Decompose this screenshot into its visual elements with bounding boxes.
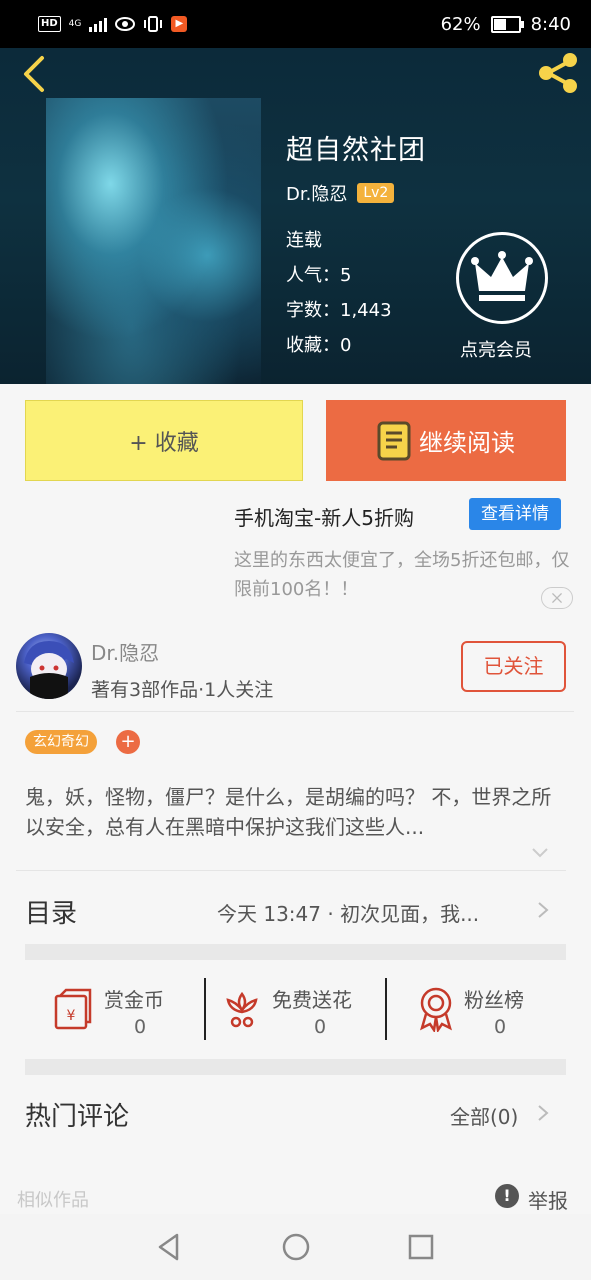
- latest-chapter[interactable]: 今天 13:47 · 初次见面，我...: [217, 898, 479, 927]
- system-nav-bar: [0, 1214, 591, 1280]
- book-cover[interactable]: [46, 98, 261, 384]
- author-stats: 著有3部作品·1人关注: [91, 679, 274, 701]
- continue-reading-button[interactable]: 继续阅读: [326, 400, 566, 481]
- home-nav-icon[interactable]: [281, 1232, 311, 1262]
- status-bar: HD 4G ▶ 62% 8:40: [0, 0, 591, 48]
- stat-label: 赏金币: [104, 988, 164, 1012]
- back-nav-icon[interactable]: [155, 1232, 183, 1262]
- genre-tag[interactable]: 玄幻奇幻: [25, 730, 97, 754]
- send-flower-button[interactable]: 免费送花 0: [222, 984, 372, 1044]
- crown-icon: [471, 251, 533, 301]
- collect-label: + 收藏: [129, 430, 199, 456]
- ad-close-icon[interactable]: [541, 587, 573, 609]
- all-comments-link[interactable]: 全部(0): [450, 1101, 518, 1130]
- vip-button[interactable]: [456, 232, 548, 324]
- toc-label[interactable]: 目录: [25, 893, 77, 930]
- network-type: 4G: [68, 19, 82, 29]
- vibrate-icon: [144, 16, 163, 32]
- book-header: 超自然社团 Dr.隐忍 Lv2 连载 人气：5 字数：1,443 收藏：0 点亮…: [0, 48, 591, 384]
- clock: 8:40: [530, 13, 571, 35]
- eye-icon: [115, 17, 136, 31]
- status-right: 62% 8:40: [441, 12, 571, 36]
- avatar[interactable]: [16, 633, 82, 699]
- report-icon[interactable]: !: [495, 1184, 519, 1208]
- book-word-count: 字数：1,443: [286, 300, 392, 321]
- app-notification-icon: ▶: [171, 16, 188, 32]
- share-icon[interactable]: [534, 48, 584, 98]
- stat-value: 0: [494, 1016, 507, 1038]
- signal-icon: [89, 16, 108, 32]
- flower-icon: [226, 991, 258, 1028]
- book-author-line: Dr.隐忍 Lv2: [286, 180, 395, 206]
- collect-button[interactable]: + 收藏: [25, 400, 303, 481]
- avatar-image: [24, 641, 74, 699]
- book-icon: [377, 421, 411, 460]
- recents-nav-icon[interactable]: [407, 1233, 435, 1261]
- stat-label: 免费送花: [272, 988, 352, 1012]
- status-left: HD 4G ▶: [38, 12, 188, 36]
- author-name[interactable]: Dr.隐忍: [91, 637, 159, 666]
- ad-title[interactable]: 手机淘宝-新人5折购: [234, 502, 414, 531]
- section-divider: [25, 944, 566, 960]
- back-icon[interactable]: [16, 52, 56, 96]
- book-popularity: 人气：5: [286, 265, 352, 286]
- book-favorites: 收藏：0: [286, 335, 352, 356]
- report-button[interactable]: 举报: [528, 1185, 568, 1214]
- ad-description[interactable]: 这里的东西太便宜了，全场5折还包邮，仅限前100名！！: [234, 546, 574, 604]
- reward-coin-button[interactable]: ¥ 赏金币 0: [52, 984, 182, 1044]
- svg-text:¥: ¥: [67, 1008, 76, 1024]
- stat-value: 0: [314, 1016, 327, 1038]
- divider: [16, 870, 566, 871]
- divider: [385, 978, 387, 1040]
- book-description[interactable]: 鬼，妖，怪物，僵尸？是什么，是胡编的吗？ 不，世界之所以安全，总有人在黑暗中保护…: [25, 782, 570, 842]
- book-status: 连载: [286, 230, 322, 251]
- vip-label[interactable]: 点亮会员: [460, 336, 532, 362]
- chevron-right-icon[interactable]: [536, 900, 550, 920]
- medal-icon: [420, 987, 452, 1032]
- section-divider: [25, 1059, 566, 1075]
- hot-comments-label: 热门评论: [25, 1102, 130, 1132]
- stat-label: 粉丝榜: [464, 988, 524, 1012]
- battery-icon: [490, 15, 524, 33]
- ad-detail-button[interactable]: 查看详情: [469, 498, 561, 530]
- divider: [16, 711, 574, 712]
- follow-button[interactable]: 已关注: [461, 641, 566, 692]
- book-title: 超自然社团: [286, 135, 426, 166]
- chevron-right-icon[interactable]: [536, 1103, 550, 1123]
- hd-indicator: HD: [38, 16, 61, 32]
- similar-works-label: 相似作品: [17, 1190, 89, 1211]
- stat-value: 0: [134, 1016, 147, 1038]
- divider: [204, 978, 206, 1040]
- reward-coin-icon: ¥: [54, 988, 92, 1030]
- continue-reading-label: 继续阅读: [419, 429, 515, 457]
- book-author[interactable]: Dr.隐忍: [286, 180, 347, 206]
- level-badge: Lv2: [357, 183, 395, 203]
- fan-ranking-button[interactable]: 粉丝榜 0: [416, 984, 546, 1044]
- add-tag-button[interactable]: +: [116, 730, 140, 754]
- chevron-down-icon[interactable]: [530, 846, 550, 860]
- battery-percent: 62%: [440, 13, 481, 35]
